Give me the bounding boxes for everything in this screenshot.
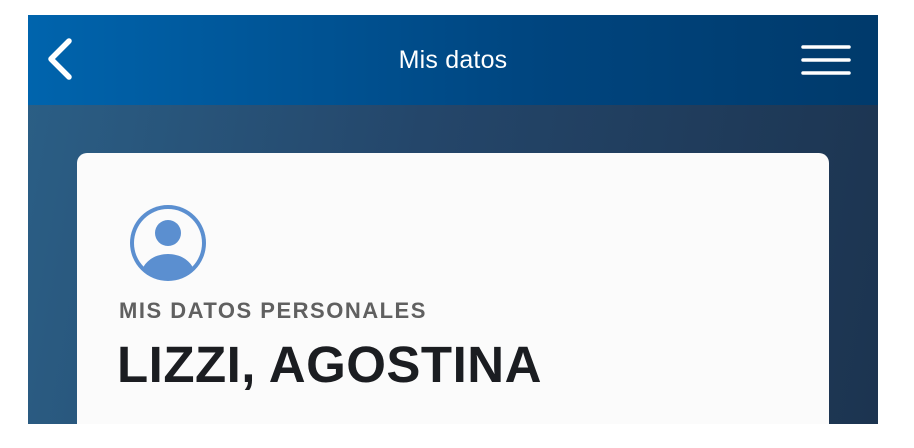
hamburger-menu-icon [801, 45, 851, 75]
user-avatar-icon [130, 205, 206, 281]
page-title: Mis datos [398, 46, 508, 74]
menu-button[interactable] [800, 43, 852, 79]
section-label: MIS DATOS PERSONALES [119, 298, 427, 323]
navigation-bar: Mis datos [28, 15, 878, 105]
app-screen: Mis datos MIS DATOS PERSONALES LIZZI, AG… [28, 15, 878, 424]
avatar [126, 201, 210, 285]
user-full-name: LIZZI, AGOSTINA [117, 336, 542, 393]
personal-data-card: MIS DATOS PERSONALES LIZZI, AGOSTINA [77, 153, 829, 424]
